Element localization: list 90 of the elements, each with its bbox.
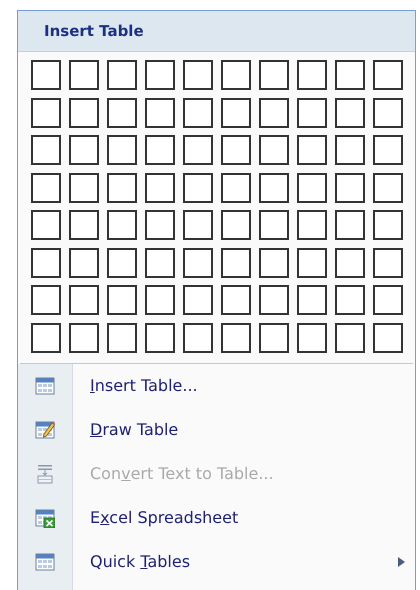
grid-cell[interactable]	[145, 98, 175, 128]
grid-cell[interactable]	[107, 98, 137, 128]
grid-cell[interactable]	[335, 285, 365, 315]
grid-cell[interactable]	[221, 210, 251, 240]
spreadsheet-icon	[35, 508, 55, 528]
grid-cell[interactable]	[145, 135, 175, 165]
grid-cell[interactable]	[69, 322, 99, 352]
grid-cell[interactable]	[31, 285, 61, 315]
grid-cell[interactable]	[183, 172, 213, 202]
grid-cell[interactable]	[297, 322, 327, 352]
convert-icon	[35, 464, 55, 484]
grid-cell[interactable]	[69, 98, 99, 128]
grid-cell[interactable]	[31, 98, 61, 128]
table-pencil-icon	[35, 420, 55, 440]
grid-cell[interactable]	[297, 135, 327, 165]
grid-cell[interactable]	[145, 172, 175, 202]
grid-cell[interactable]	[69, 210, 99, 240]
grid-cell[interactable]	[31, 60, 61, 90]
grid-cell[interactable]	[221, 248, 251, 278]
grid-cell[interactable]	[31, 322, 61, 352]
grid-cell[interactable]	[335, 135, 365, 165]
grid-cell[interactable]	[183, 60, 213, 90]
grid-cell[interactable]	[31, 172, 61, 202]
grid-cell[interactable]	[107, 285, 137, 315]
grid-cell[interactable]	[183, 98, 213, 128]
grid-cell[interactable]	[221, 60, 251, 90]
grid-cell[interactable]	[107, 60, 137, 90]
menu-item[interactable]: Quick Tables	[18, 540, 415, 584]
grid-cell[interactable]	[297, 60, 327, 90]
grid-cell[interactable]	[183, 210, 213, 240]
grid-cell[interactable]	[373, 60, 403, 90]
grid-cell[interactable]	[373, 135, 403, 165]
menu-item[interactable]: Insert Table...	[18, 364, 415, 408]
grid-cell[interactable]	[335, 248, 365, 278]
grid-cell[interactable]	[373, 285, 403, 315]
grid-cell[interactable]	[373, 172, 403, 202]
grid-cell[interactable]	[221, 322, 251, 352]
grid-cell[interactable]	[183, 135, 213, 165]
menu-item[interactable]: Draw Table	[18, 408, 415, 452]
grid-cell[interactable]	[335, 210, 365, 240]
grid-cell[interactable]	[145, 322, 175, 352]
grid-cell[interactable]	[107, 210, 137, 240]
grid-cell[interactable]	[335, 98, 365, 128]
grid-cell[interactable]	[259, 172, 289, 202]
grid-cell[interactable]	[183, 322, 213, 352]
grid-cell[interactable]	[335, 172, 365, 202]
grid-cell[interactable]	[31, 135, 61, 165]
grid-cell[interactable]	[69, 135, 99, 165]
grid-cell[interactable]	[221, 285, 251, 315]
grid-cell[interactable]	[145, 60, 175, 90]
grid-cell[interactable]	[297, 98, 327, 128]
menu-title: Insert Table	[44, 22, 144, 40]
grid-cell[interactable]	[107, 248, 137, 278]
grid-cell[interactable]	[259, 98, 289, 128]
grid-cell[interactable]	[335, 322, 365, 352]
grid-cell[interactable]	[259, 285, 289, 315]
grid-cell[interactable]	[69, 248, 99, 278]
grid-cell[interactable]	[107, 135, 137, 165]
grid-cell[interactable]	[221, 172, 251, 202]
grid-cell[interactable]	[107, 172, 137, 202]
grid-cell[interactable]	[373, 248, 403, 278]
menu-item[interactable]: Excel Spreadsheet	[18, 496, 415, 540]
grid-cell[interactable]	[145, 248, 175, 278]
table-icon	[35, 552, 55, 572]
grid-cell[interactable]	[259, 135, 289, 165]
grid-cell[interactable]	[297, 172, 327, 202]
grid-cell[interactable]	[297, 285, 327, 315]
grid-cell[interactable]	[335, 60, 365, 90]
grid-cell[interactable]	[221, 98, 251, 128]
table-icon	[35, 376, 55, 396]
grid-cell[interactable]	[69, 172, 99, 202]
grid-cell[interactable]	[259, 210, 289, 240]
grid-cell[interactable]	[183, 248, 213, 278]
grid-cell[interactable]	[373, 210, 403, 240]
grid-cell[interactable]	[373, 322, 403, 352]
grid-cell[interactable]	[31, 210, 61, 240]
grid-cell[interactable]	[373, 98, 403, 128]
grid-cell[interactable]	[259, 322, 289, 352]
grid-cell[interactable]	[221, 135, 251, 165]
grid-cell[interactable]	[107, 322, 137, 352]
grid-cell[interactable]	[259, 60, 289, 90]
grid-cell[interactable]	[145, 285, 175, 315]
grid-cell[interactable]	[69, 285, 99, 315]
grid-cell[interactable]	[297, 210, 327, 240]
grid-cell[interactable]	[69, 60, 99, 90]
grid-cell[interactable]	[183, 285, 213, 315]
grid-cell[interactable]	[31, 248, 61, 278]
grid-cell[interactable]	[297, 248, 327, 278]
grid-cell[interactable]	[145, 210, 175, 240]
grid-cell[interactable]	[259, 248, 289, 278]
